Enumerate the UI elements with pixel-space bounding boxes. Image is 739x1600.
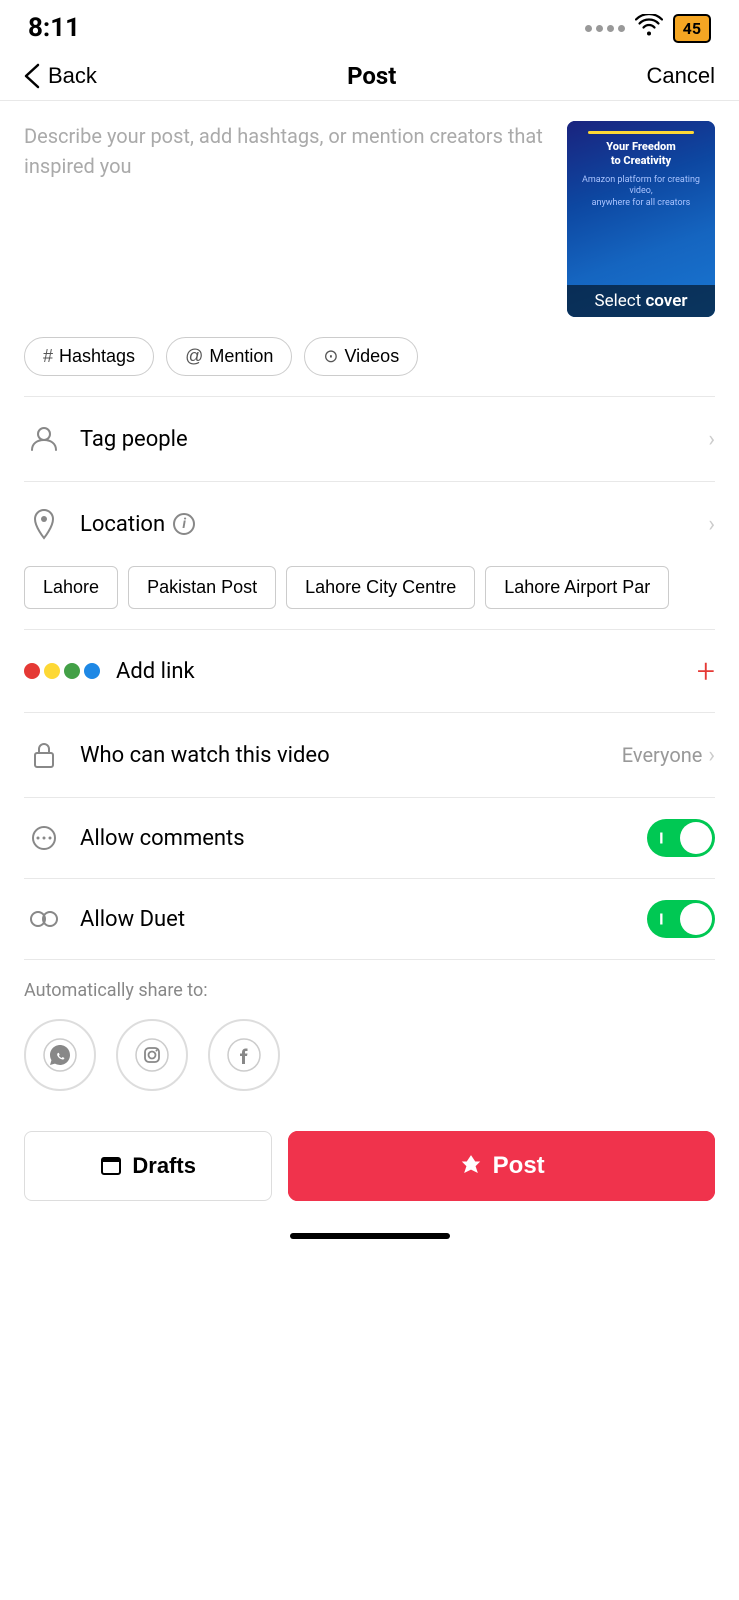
status-bar: 8:11 45 (0, 0, 739, 52)
location-label: Location i (80, 512, 708, 537)
add-link-label: Add link (116, 659, 195, 684)
facebook-share-button[interactable] (208, 1019, 280, 1091)
header-title: Post (347, 62, 396, 90)
allow-duet-label: Allow Duet (80, 907, 647, 932)
cancel-button[interactable]: Cancel (647, 63, 715, 89)
mention-label: Mention (209, 346, 273, 367)
videos-label: Videos (344, 346, 399, 367)
hashtags-label: Hashtags (59, 346, 135, 367)
signal-icon (585, 25, 625, 32)
plus-icon: + (697, 652, 715, 690)
instagram-share-button[interactable] (116, 1019, 188, 1091)
wifi-icon (635, 14, 663, 42)
auto-share-section: Automatically share to: (0, 960, 739, 1107)
cover-thumbnail[interactable]: Your Freedomto Creativity Amazon platfor… (567, 121, 715, 317)
battery-indicator: 45 (673, 14, 711, 43)
info-icon: i (173, 513, 195, 535)
location-chips: Lahore Pakistan Post Lahore City Centre … (0, 566, 739, 629)
who-can-watch-value[interactable]: Everyone › (622, 743, 715, 768)
hashtag-icon: # (43, 346, 53, 367)
play-icon: ⊙ (323, 346, 338, 367)
location-chip-lahore-city-centre[interactable]: Lahore City Centre (286, 566, 475, 609)
post-label: Post (493, 1152, 545, 1180)
toggle-i-icon: I (659, 829, 664, 848)
tag-people-label: Tag people (80, 427, 708, 452)
status-icons: 45 (585, 14, 711, 43)
location-chip-lahore[interactable]: Lahore (24, 566, 118, 609)
mention-icon: @ (185, 346, 203, 367)
who-can-watch-label: Who can watch this video (80, 743, 622, 768)
post-button[interactable]: Post (291, 1134, 712, 1198)
mention-chip[interactable]: @ Mention (166, 337, 292, 376)
chevron-right-icon-2: › (708, 512, 715, 537)
allow-duet-toggle[interactable]: I (647, 900, 715, 938)
drafts-icon (100, 1155, 122, 1177)
add-link-row[interactable]: Add link + (0, 630, 739, 712)
toggle-knob-2 (680, 903, 712, 935)
post-icon (459, 1154, 483, 1178)
status-time: 8:11 (28, 13, 80, 43)
home-indicator (0, 1217, 739, 1249)
header: Back Post Cancel (0, 52, 739, 101)
location-row[interactable]: Location i › (0, 482, 739, 566)
whatsapp-share-button[interactable] (24, 1019, 96, 1091)
location-chip-lahore-airport[interactable]: Lahore Airport Par (485, 566, 669, 609)
location-icon (24, 504, 64, 544)
allow-comments-toggle[interactable]: I (647, 819, 715, 857)
location-chip-pakistan-post[interactable]: Pakistan Post (128, 566, 276, 609)
bottom-bar: Drafts Post (0, 1115, 739, 1217)
description-area: Describe your post, add hashtags, or men… (0, 101, 739, 337)
who-can-watch-row[interactable]: Who can watch this video Everyone › (0, 713, 739, 797)
back-button[interactable]: Back (24, 63, 97, 89)
add-link-icon (24, 663, 100, 679)
duet-icon (24, 899, 64, 939)
toggle-knob (680, 822, 712, 854)
description-placeholder[interactable]: Describe your post, add hashtags, or men… (24, 121, 551, 317)
allow-comments-label: Allow comments (80, 826, 647, 851)
home-bar (290, 1233, 450, 1239)
allow-comments-row: Allow comments I (0, 798, 739, 878)
tags-row: # Hashtags @ Mention ⊙ Videos (0, 337, 739, 396)
share-icons-row (24, 1019, 715, 1091)
post-button-wrapper: Post (288, 1131, 715, 1201)
hashtags-chip[interactable]: # Hashtags (24, 337, 154, 376)
comments-icon (24, 818, 64, 858)
videos-chip[interactable]: ⊙ Videos (304, 337, 418, 376)
cover-label[interactable]: Select Select covercover (567, 285, 715, 317)
allow-duet-row: Allow Duet I (0, 879, 739, 959)
auto-share-label: Automatically share to: (24, 980, 715, 1001)
back-label: Back (48, 63, 97, 89)
tag-people-icon (24, 419, 64, 459)
drafts-button[interactable]: Drafts (24, 1131, 272, 1201)
chevron-right-icon-3: › (708, 743, 715, 768)
chevron-right-icon: › (708, 427, 715, 452)
privacy-icon (24, 735, 64, 775)
drafts-label: Drafts (132, 1153, 196, 1179)
tag-people-row[interactable]: Tag people › (0, 397, 739, 481)
toggle-i-icon-2: I (659, 910, 664, 929)
